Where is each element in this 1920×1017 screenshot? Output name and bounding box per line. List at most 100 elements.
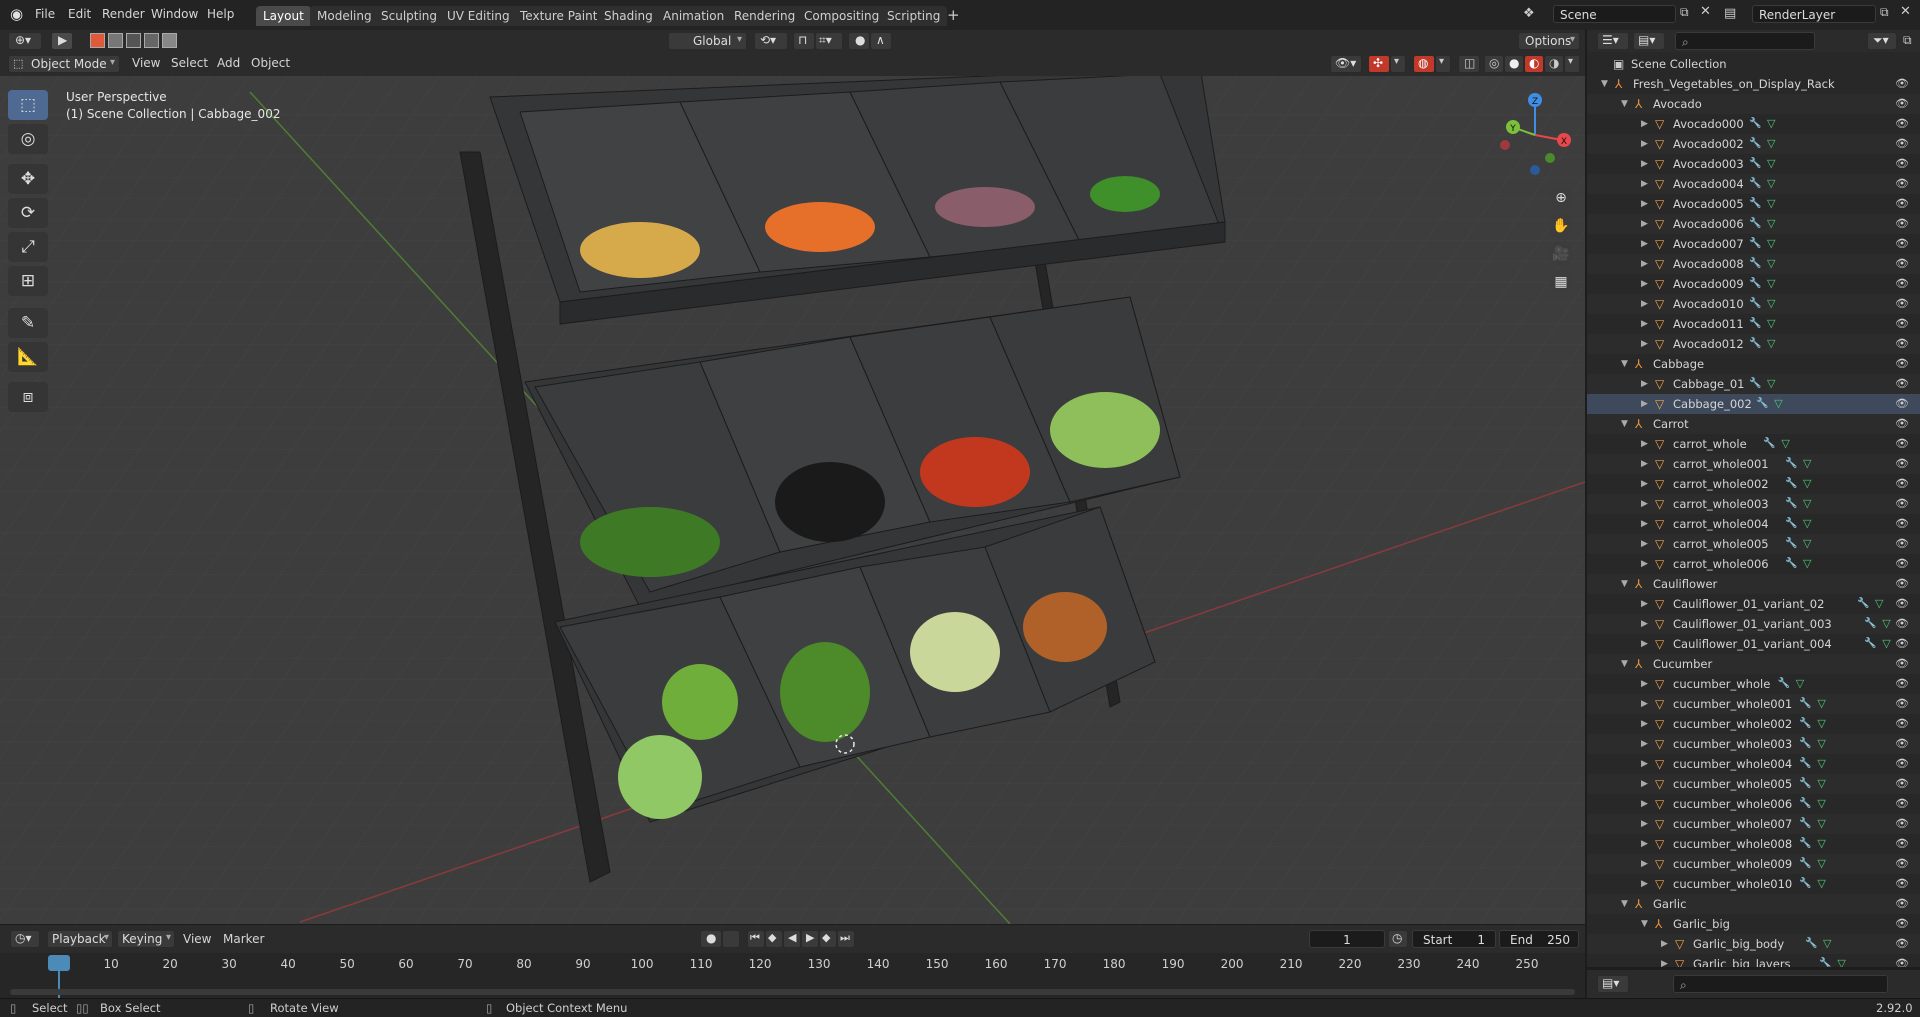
mesh-data-icon[interactable]: ▽: [1882, 634, 1890, 654]
collapsed-arrow-icon[interactable]: ▶: [1641, 214, 1648, 234]
collapsed-arrow-icon[interactable]: ▶: [1641, 874, 1648, 894]
visibility-eye-icon[interactable]: 👁: [1895, 414, 1909, 434]
mesh-data-icon[interactable]: ▽: [1803, 474, 1811, 494]
visibility-eye-icon[interactable]: 👁: [1895, 174, 1909, 194]
outliner-object-row[interactable]: ▶ ▽ carrot_whole004 🔧 ▽ 👁: [1587, 514, 1920, 534]
visibility-eye-icon[interactable]: 👁: [1895, 234, 1909, 254]
mesh-data-icon[interactable]: ▽: [1796, 674, 1804, 694]
add-workspace-button[interactable]: +: [947, 6, 960, 24]
modifier-wrench-icon[interactable]: 🔧: [1799, 774, 1811, 794]
mesh-data-icon[interactable]: ▽: [1767, 234, 1775, 254]
collapsed-arrow-icon[interactable]: ▶: [1641, 294, 1648, 314]
outliner-object-row[interactable]: ▶ ▽ Garlic_big_body 🔧 ▽ 👁: [1587, 934, 1920, 954]
render-layer-field[interactable]: RenderLayer: [1752, 5, 1876, 23]
visibility-eye-icon[interactable]: 👁: [1895, 274, 1909, 294]
visibility-eye-icon[interactable]: 👁: [1895, 594, 1909, 614]
visibility-eye-icon[interactable]: 👁: [1895, 314, 1909, 334]
modifier-wrench-icon[interactable]: 🔧: [1749, 374, 1761, 394]
mesh-data-icon[interactable]: ▽: [1875, 594, 1883, 614]
modifier-wrench-icon[interactable]: 🔧: [1785, 474, 1797, 494]
properties-editor-type[interactable]: ▤▾: [1597, 975, 1629, 993]
outliner-object-row[interactable]: ▶ ▽ Avocado000 🔧 ▽ 👁: [1587, 114, 1920, 134]
outliner-object-row[interactable]: ▶ ▽ carrot_whole005 🔧 ▽ 👁: [1587, 534, 1920, 554]
modifier-wrench-icon[interactable]: 🔧: [1799, 834, 1811, 854]
modifier-wrench-icon[interactable]: 🔧: [1819, 954, 1831, 967]
properties-search-input[interactable]: ⌕: [1673, 975, 1888, 993]
visibility-eye-icon[interactable]: 👁: [1895, 194, 1909, 214]
tab-animation[interactable]: Animation: [656, 6, 732, 26]
visibility-eye-icon[interactable]: 👁: [1895, 114, 1909, 134]
pivot-point-dropdown[interactable]: ⟲▾: [754, 32, 788, 50]
play-reverse-button[interactable]: ◀: [783, 930, 801, 948]
shading-dropdown[interactable]: ▾: [1564, 55, 1580, 73]
shading-material[interactable]: ◐: [1524, 55, 1544, 73]
cursor-tool[interactable]: ◎: [8, 124, 48, 154]
shading-rendered[interactable]: ◑: [1544, 55, 1564, 73]
outliner-collection-row[interactable]: ▼ ⅄ Cauliflower 👁: [1587, 574, 1920, 594]
modifier-wrench-icon[interactable]: 🔧: [1799, 734, 1811, 754]
outliner-object-row[interactable]: ▶ ▽ cucumber_whole006 🔧 ▽ 👁: [1587, 794, 1920, 814]
new-layer-icon[interactable]: ⧉: [1880, 5, 1889, 20]
visibility-eye-icon[interactable]: 👁: [1895, 954, 1909, 967]
collapsed-arrow-icon[interactable]: ▶: [1641, 274, 1648, 294]
visibility-eye-icon[interactable]: 👁: [1895, 574, 1909, 594]
outliner-object-row[interactable]: ▶ ▽ cucumber_whole003 🔧 ▽ 👁: [1587, 734, 1920, 754]
visibility-eye-icon[interactable]: 👁: [1895, 734, 1909, 754]
modifier-wrench-icon[interactable]: 🔧: [1756, 394, 1768, 414]
visibility-eye-icon[interactable]: 👁: [1895, 894, 1909, 914]
outliner-object-row[interactable]: ▶ ▽ Avocado008 🔧 ▽ 👁: [1587, 254, 1920, 274]
visibility-eye-icon[interactable]: 👁: [1895, 794, 1909, 814]
modifier-wrench-icon[interactable]: 🔧: [1864, 614, 1876, 634]
scene-selector-icon[interactable]: ❖: [1523, 6, 1535, 21]
outliner-object-row[interactable]: ▶ ▽ Avocado006 🔧 ▽ 👁: [1587, 214, 1920, 234]
menu-add[interactable]: Add: [217, 56, 240, 70]
tab-modeling[interactable]: Modeling: [310, 6, 379, 26]
outliner-object-row[interactable]: ▶ ▽ carrot_whole006 🔧 ▽ 👁: [1587, 554, 1920, 574]
tab-rendering[interactable]: Rendering: [727, 6, 803, 26]
visibility-eye-icon[interactable]: 👁: [1895, 254, 1909, 274]
mesh-data-icon[interactable]: ▽: [1803, 514, 1811, 534]
modifier-wrench-icon[interactable]: 🔧: [1799, 854, 1811, 874]
mesh-data-icon[interactable]: ▽: [1817, 694, 1825, 714]
overlays-toggle[interactable]: ◍: [1413, 55, 1435, 73]
visibility-eye-icon[interactable]: 👁: [1895, 354, 1909, 374]
menu-render[interactable]: Render: [102, 7, 145, 21]
modifier-wrench-icon[interactable]: 🔧: [1749, 314, 1761, 334]
outliner-object-row[interactable]: ▶ ▽ carrot_whole003 🔧 ▽ 👁: [1587, 494, 1920, 514]
visibility-eye-icon[interactable]: 👁: [1895, 454, 1909, 474]
menu-select[interactable]: Select: [171, 56, 208, 70]
jump-end-button[interactable]: ⏭: [837, 930, 855, 948]
scene-field[interactable]: Scene: [1553, 5, 1676, 23]
3d-viewport[interactable]: User Perspective (1) Scene Collection | …: [0, 52, 1585, 924]
visibility-eye-icon[interactable]: 👁: [1895, 214, 1909, 234]
outliner-object-row[interactable]: ▶ ▽ cucumber_whole001 🔧 ▽ 👁: [1587, 694, 1920, 714]
outliner-object-row[interactable]: ▶ ▽ carrot_whole002 🔧 ▽ 👁: [1587, 474, 1920, 494]
modifier-wrench-icon[interactable]: 🔧: [1785, 534, 1797, 554]
visibility-eye-icon[interactable]: 👁: [1895, 714, 1909, 734]
outliner-collection-row[interactable]: ▼ ⅄ Cabbage 👁: [1587, 354, 1920, 374]
modifier-wrench-icon[interactable]: 🔧: [1799, 714, 1811, 734]
expand-arrow-icon[interactable]: ▼: [1621, 894, 1628, 914]
modifier-wrench-icon[interactable]: 🔧: [1749, 174, 1761, 194]
mesh-data-icon[interactable]: ▽: [1767, 294, 1775, 314]
jump-start-button[interactable]: ⏮: [747, 930, 765, 948]
collapsed-arrow-icon[interactable]: ▶: [1641, 674, 1648, 694]
outliner-object-row[interactable]: ▶ ▽ Avocado009 🔧 ▽ 👁: [1587, 274, 1920, 294]
mesh-data-icon[interactable]: ▽: [1817, 774, 1825, 794]
mesh-data-icon[interactable]: ▽: [1817, 794, 1825, 814]
mesh-data-icon[interactable]: ▽: [1767, 114, 1775, 134]
visibility-eye-icon[interactable]: 👁: [1895, 634, 1909, 654]
xray-toggle[interactable]: ◫: [1458, 55, 1480, 73]
visibility-eye-icon[interactable]: 👁: [1895, 534, 1909, 554]
outliner-object-row[interactable]: ▶ ▽ Avocado012 🔧 ▽ 👁: [1587, 334, 1920, 354]
mesh-data-icon[interactable]: ▽: [1774, 394, 1782, 414]
collapsed-arrow-icon[interactable]: ▶: [1641, 794, 1648, 814]
timeline-body[interactable]: 1102030405060708090100110120130140150160…: [0, 953, 1585, 998]
zoom-icon[interactable]: ⊕: [1549, 186, 1573, 210]
modifier-wrench-icon[interactable]: 🔧: [1763, 434, 1775, 454]
snap-target-dropdown[interactable]: ⌗▾: [815, 32, 843, 50]
keying-set-button[interactable]: [722, 930, 740, 948]
outliner-editor-type[interactable]: ☰▾: [1597, 32, 1629, 50]
collapsed-arrow-icon[interactable]: ▶: [1641, 454, 1648, 474]
outliner-collection-row[interactable]: ▼ ⅄ Fresh_Vegetables_on_Display_Rack 👁: [1587, 74, 1920, 94]
